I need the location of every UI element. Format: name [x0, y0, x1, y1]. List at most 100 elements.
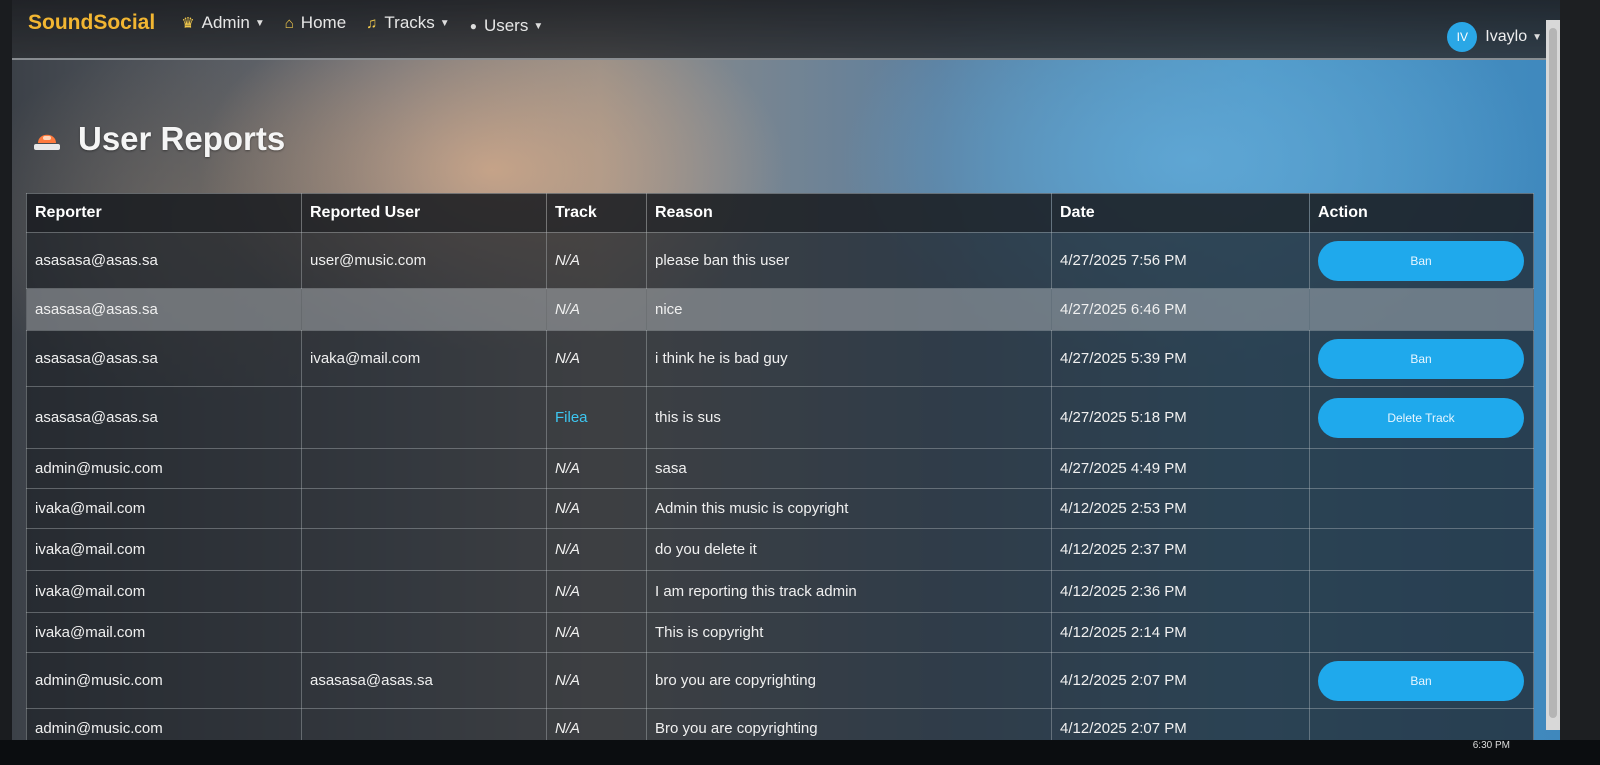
reported-user-cell	[301, 612, 547, 653]
os-taskbar: 6:30 PM	[0, 740, 1600, 765]
date-cell: 4/27/2025 6:46 PM	[1051, 288, 1310, 331]
reported-user-cell: user@music.com	[301, 232, 547, 289]
reason-cell: Admin this music is copyright	[646, 488, 1052, 529]
user-icon: ●	[469, 19, 477, 33]
action-cell	[1309, 570, 1534, 613]
track-link[interactable]: Filea	[555, 409, 588, 426]
delete-track-button[interactable]: Delete Track	[1318, 397, 1524, 438]
reporter-text: asasasa@asas.sa	[35, 252, 158, 269]
reporter-cell: asasasa@asas.sa	[26, 386, 302, 449]
page-header: User Reports	[32, 120, 285, 158]
reason-cell: i think he is bad guy	[646, 330, 1052, 387]
reason-cell: bro you are copyrighting	[646, 652, 1052, 709]
date-text: 4/27/2025 4:49 PM	[1060, 460, 1187, 477]
nav-home[interactable]: ⌂ Home	[285, 13, 346, 33]
table-row: asasasa@asas.sa N/A nice 4/27/2025 6:46 PM	[26, 288, 1534, 331]
reported-user-cell	[301, 528, 547, 571]
date-text: 4/27/2025 5:18 PM	[1060, 409, 1187, 426]
reported-user-cell	[301, 570, 547, 613]
date-text: 4/12/2025 2:07 PM	[1060, 672, 1187, 689]
date-text: 4/12/2025 2:36 PM	[1060, 583, 1187, 600]
avatar: IV	[1447, 22, 1478, 52]
date-cell: 4/27/2025 5:39 PM	[1051, 330, 1310, 387]
nav-admin-label: Admin	[201, 13, 250, 32]
track-cell: N/A	[546, 570, 647, 613]
action-cell	[1309, 288, 1534, 331]
date-text: 4/12/2025 2:14 PM	[1060, 624, 1187, 641]
reason-text: this is sus	[655, 409, 721, 426]
reporter-text: ivaka@mail.com	[35, 500, 146, 517]
table-row: ivaka@mail.com N/A I am reporting this tra…	[26, 570, 1534, 613]
date-cell: 4/12/2025 2:37 PM	[1051, 528, 1310, 571]
action-cell	[1309, 488, 1534, 529]
reason-text: nice	[655, 301, 683, 318]
user-name: Ivaylo	[1485, 28, 1528, 45]
track-cell: N/A	[546, 652, 647, 709]
track-text: N/A	[555, 301, 581, 318]
user-menu[interactable]: IV Ivaylo ▼	[1447, 22, 1542, 52]
crown-icon: ♛	[181, 15, 195, 32]
table-row: asasasa@asas.sa user@music.com N/A please b…	[26, 232, 1534, 289]
action-cell: Delete Track	[1309, 386, 1534, 449]
nav-tracks-label: Tracks	[384, 13, 435, 32]
scrollbar-thumb[interactable]	[1549, 28, 1557, 718]
date-text: 4/27/2025 5:39 PM	[1060, 350, 1187, 367]
track-cell: N/A	[546, 448, 647, 489]
siren-icon	[34, 134, 60, 150]
clock: 6:30 PM	[1472, 740, 1510, 751]
date-cell: 4/12/2025 2:14 PM	[1051, 612, 1310, 653]
reporter-text: ivaka@mail.com	[35, 583, 146, 600]
ban-button[interactable]: Ban	[1318, 338, 1524, 379]
track-text: N/A	[555, 460, 581, 477]
reported-user-text: asasasa@asas.sa	[310, 672, 433, 689]
reports-table: Reporter Reported User Track Reason Date…	[26, 193, 1534, 749]
reporter-cell: admin@music.com	[26, 652, 302, 709]
nav-users[interactable]: ● Users ▼	[470, 16, 544, 36]
reporter-text: asasasa@asas.sa	[35, 409, 158, 426]
table-row: asasasa@asas.sa ivaka@mail.com N/A i think …	[26, 330, 1534, 387]
reported-user-cell	[301, 488, 547, 529]
reason-text: bro you are copyrighting	[655, 672, 816, 689]
reporter-cell: asasasa@asas.sa	[26, 288, 302, 331]
reason-cell: do you delete it	[646, 528, 1052, 571]
action-cell	[1309, 448, 1534, 489]
reason-text: Bro you are copyrighting	[655, 720, 818, 737]
page-scrollbar[interactable]	[1546, 20, 1560, 730]
reason-cell: nice	[646, 288, 1052, 331]
reason-text: please ban this user	[655, 252, 790, 269]
reason-text: I am reporting this track admin	[655, 583, 857, 600]
reason-text: i think he is bad guy	[655, 350, 788, 367]
reporter-text: admin@music.com	[35, 460, 163, 477]
date-cell: 4/12/2025 2:07 PM	[1051, 652, 1310, 709]
reported-user-cell	[301, 288, 547, 331]
track-cell: N/A	[546, 288, 647, 331]
chevron-down-icon: ▼	[254, 17, 265, 29]
track-text: N/A	[555, 624, 581, 641]
table-row: admin@music.com N/A sasa 4/27/2025 4:49 PM	[26, 448, 1534, 489]
nav-tracks[interactable]: ♫ Tracks ▼	[366, 13, 450, 33]
date-cell: 4/27/2025 4:49 PM	[1051, 448, 1310, 489]
date-cell: 4/12/2025 2:53 PM	[1051, 488, 1310, 529]
nav-admin[interactable]: ♛ Admin ▼	[181, 13, 265, 33]
reporter-text: ivaka@mail.com	[35, 624, 146, 641]
brand-logo[interactable]: SoundSocial	[28, 11, 155, 35]
nav-users-label: Users	[483, 16, 529, 35]
reported-user-text: ivaka@mail.com	[310, 350, 421, 367]
action-cell	[1309, 612, 1534, 653]
column-header: Action	[1309, 193, 1534, 233]
date-text: 4/27/2025 7:56 PM	[1060, 252, 1187, 269]
column-header: Reporter	[26, 193, 302, 233]
reporter-cell: ivaka@mail.com	[26, 612, 302, 653]
reporter-text: asasasa@asas.sa	[35, 350, 158, 367]
chevron-down-icon: ▼	[533, 20, 544, 32]
action-cell: Ban	[1309, 652, 1534, 709]
reason-text: do you delete it	[655, 541, 757, 558]
reporter-cell: admin@music.com	[26, 448, 302, 489]
date-text: 4/12/2025 2:07 PM	[1060, 720, 1187, 737]
track-cell: N/A	[546, 330, 647, 387]
reason-cell: I am reporting this track admin	[646, 570, 1052, 613]
track-cell: Filea	[546, 386, 647, 449]
ban-button[interactable]: Ban	[1318, 660, 1524, 701]
ban-button[interactable]: Ban	[1318, 240, 1524, 281]
monitor-bezel-right	[1560, 0, 1600, 765]
